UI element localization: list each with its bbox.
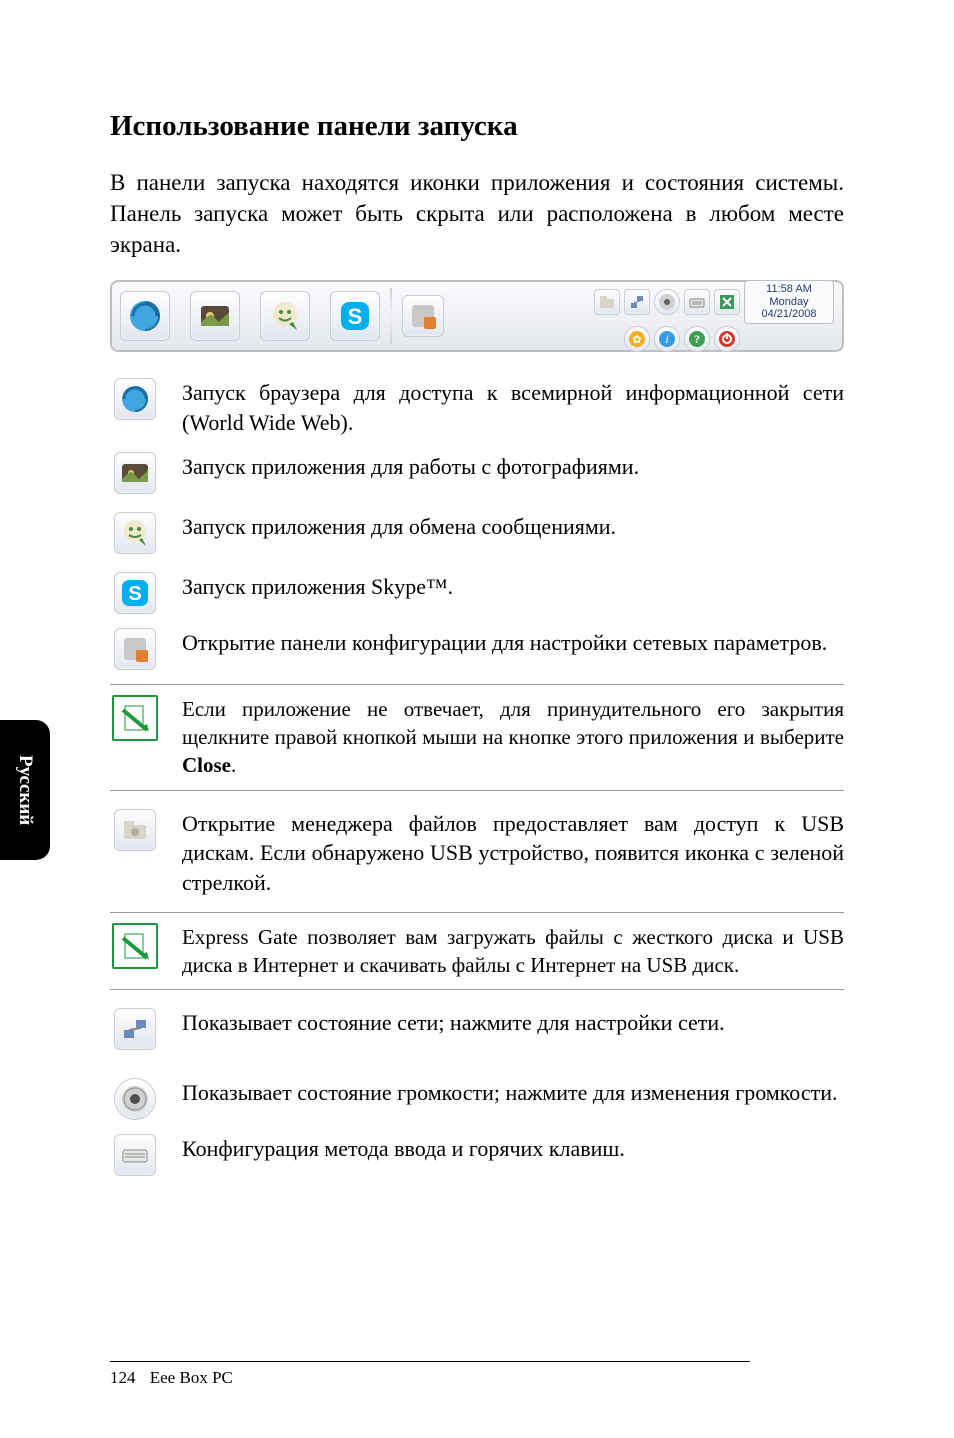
skype-desc: Запуск приложения Skype™.	[182, 572, 844, 602]
skype-icon: S	[114, 572, 156, 614]
page-number: 124	[110, 1368, 136, 1387]
launchbar-screenshot: S	[110, 280, 844, 352]
photo-icon	[114, 452, 156, 494]
photo-desc: Запуск приложения для работы с фотографи…	[182, 452, 844, 482]
svg-text:?: ?	[694, 332, 700, 346]
volume-icon	[114, 1078, 156, 1120]
keyboard-desc: Конфигурация метода ввода и горячих клав…	[182, 1134, 844, 1164]
filemgr-icon	[114, 809, 156, 851]
tray-orb-1: ✿	[624, 326, 650, 352]
volume-desc: Показывает состояние громкости; нажмите …	[182, 1078, 844, 1108]
note-express-text: Express Gate позволяет вам загружать фай…	[182, 923, 844, 980]
section-title: Использование панели запуска	[110, 110, 844, 143]
photo-icon	[190, 291, 240, 341]
clock-time: 11:58 AM	[751, 283, 827, 296]
tray-orb-help: ?	[684, 326, 710, 352]
filemgr-tray-icon	[594, 289, 620, 315]
config-icon	[402, 295, 444, 337]
skype-icon: S	[330, 291, 380, 341]
network-icon	[114, 1008, 156, 1050]
note-icon	[112, 923, 158, 969]
filemgr-desc: Открытие менеджера файлов предоставляет …	[182, 809, 844, 898]
im-desc: Запуск приложения для обмена сообщениями…	[182, 512, 844, 542]
tray-orb-power	[714, 326, 740, 352]
browser-icon	[114, 378, 156, 420]
browser-desc: Запуск браузера для доступа к всемирной …	[182, 378, 844, 437]
note-icon	[112, 695, 158, 741]
clock-date: 04/21/2008	[751, 308, 827, 321]
im-icon	[114, 512, 156, 554]
intro-paragraph: В панели запуска находятся иконки прилож…	[110, 167, 844, 260]
svg-text:S: S	[128, 583, 141, 605]
language-tray-icon	[714, 289, 740, 315]
tray-orb-info: i	[654, 326, 680, 352]
im-icon	[260, 291, 310, 341]
page-footer: 124 Eee Box PC	[110, 1361, 750, 1388]
svg-text:S: S	[348, 304, 363, 329]
svg-text:✿: ✿	[632, 334, 641, 346]
product-name: Eee Box PC	[150, 1368, 233, 1387]
keyboard-tray-icon	[684, 289, 710, 315]
network-tray-icon	[624, 289, 650, 315]
launchbar-separator	[390, 288, 392, 344]
clock-day: Monday	[751, 296, 827, 309]
document-page: Использование панели запуска В панели за…	[0, 0, 954, 1438]
browser-icon	[120, 291, 170, 341]
clock-panel: 11:58 AM Monday 04/21/2008	[744, 280, 834, 324]
config-icon	[114, 628, 156, 670]
config-desc: Открытие панели конфигурации для настрой…	[182, 628, 844, 658]
svg-text:i: i	[665, 332, 668, 346]
volume-tray-icon	[654, 289, 680, 315]
network-desc: Показывает состояние сети; нажмите для н…	[182, 1008, 844, 1038]
note-close-text: Если приложение не отвечает, для принуди…	[182, 695, 844, 780]
keyboard-icon	[114, 1134, 156, 1176]
